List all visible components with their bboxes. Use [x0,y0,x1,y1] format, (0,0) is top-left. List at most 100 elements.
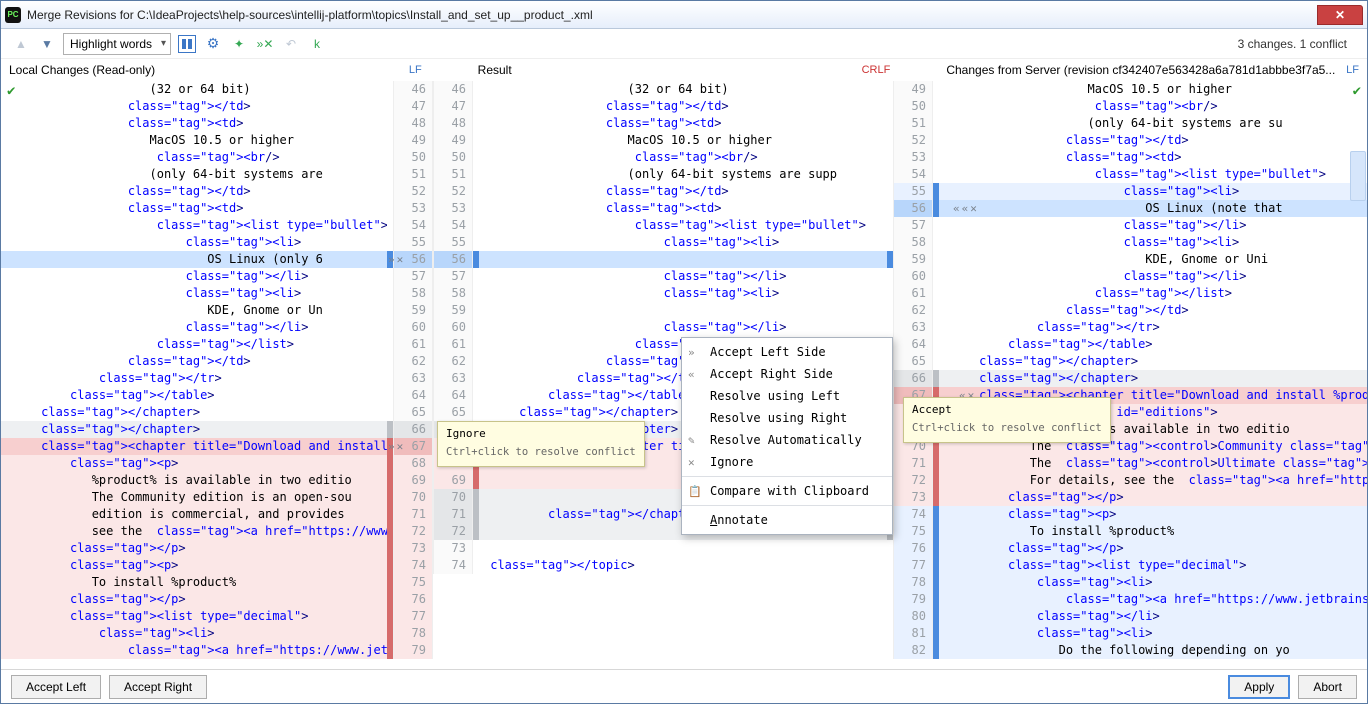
menu-item[interactable]: Annotate [682,509,892,531]
prev-change-icon[interactable]: ▲ [11,34,31,54]
code-line[interactable]: 55 class="tag"><li> [893,183,1367,200]
code-line[interactable]: 71 The class="tag"><control>Ultimate cla… [893,455,1367,472]
code-line[interactable]: 79 class="tag"><a href="https://www.jetb… [893,591,1367,608]
code-line[interactable]: 78 class="tag"><li> [893,574,1367,591]
code-line[interactable]: MacOS 10.5 or higher49 [1,132,433,149]
code-line[interactable]: class="tag"><br/>50 [1,149,433,166]
code-line[interactable]: class="tag"><li>58 [1,285,433,302]
code-line[interactable]: class="tag"><p>74 [1,557,433,574]
code-line[interactable]: 61 class="tag"></list> [893,285,1367,302]
code-line[interactable]: class="tag"></li>57 [1,268,433,285]
code-line[interactable]: class="tag"></td>52 [1,183,433,200]
apply-non-conflicts-icon[interactable]: »✕ [255,34,275,54]
code-line[interactable]: 81 class="tag"><li> [893,625,1367,642]
side-by-side-icon[interactable] [178,35,196,53]
accept-right-button[interactable]: Accept Right [109,675,207,699]
code-line[interactable]: 56 [433,251,893,268]
code-line[interactable]: see the class="tag"><a href="https://www… [1,523,433,540]
magic-resolve-icon[interactable]: ✦ [229,34,249,54]
left-editor[interactable]: (32 or 64 bit)46 class="tag"></td>47 cla… [1,81,433,669]
menu-item[interactable]: «Accept Right Side [682,363,892,385]
right-editor[interactable]: 49 MacOS 10.5 or higher50 class="tag"><b… [893,81,1367,669]
code-line[interactable]: class="tag"></list>61 [1,336,433,353]
code-line[interactable]: 60 class="tag"></li> [893,268,1367,285]
code-line[interactable]: 52 class="tag"></td> [433,183,893,200]
code-line[interactable]: 57 class="tag"></li> [433,268,893,285]
menu-item[interactable]: Resolve using Left [682,385,892,407]
code-line[interactable]: 63 class="tag"></tr> [893,319,1367,336]
settings-icon[interactable]: ⚙ [203,34,223,54]
code-line[interactable]: 72 For details, see the class="tag"><a h… [893,472,1367,489]
code-line[interactable]: 59 KDE, Gnome or Uni [893,251,1367,268]
code-line[interactable]: class="tag"></chapter>65 [1,404,433,421]
code-line[interactable]: %product% is available in two editio69 [1,472,433,489]
code-line[interactable]: class="tag"></chapter>66 [1,421,433,438]
code-line[interactable]: (32 or 64 bit)46 [1,81,433,98]
code-line[interactable]: 57 class="tag"></li> [893,217,1367,234]
left-line67-actions[interactable]: »✕ [388,438,403,455]
highlight-mode-dropdown[interactable]: Highlight words [63,33,171,55]
code-line[interactable]: 52 class="tag"></td> [893,132,1367,149]
accept-left-button[interactable]: Accept Left [11,675,101,699]
menu-item[interactable]: ✕Ignore [682,451,892,473]
menu-item[interactable]: »Accept Left Side [682,341,892,363]
code-line[interactable]: 46 (32 or 64 bit) [433,81,893,98]
menu-item[interactable]: Resolve using Right [682,407,892,429]
code-line[interactable]: 80 class="tag"></li> [893,608,1367,625]
code-line[interactable]: 47 class="tag"></td> [433,98,893,115]
code-line[interactable]: 62 class="tag"></td> [893,302,1367,319]
code-line[interactable]: 50 class="tag"><br/> [433,149,893,166]
code-line[interactable]: 66 class="tag"></chapter> [893,370,1367,387]
undo-icon[interactable]: ↶ [281,34,301,54]
code-line[interactable]: 51 (only 64-bit systems are su [893,115,1367,132]
code-line[interactable]: 75 To install %product% [893,523,1367,540]
code-line[interactable]: 49 MacOS 10.5 or higher [893,81,1367,98]
code-line[interactable]: KDE, Gnome or Un59 [1,302,433,319]
code-line[interactable]: OS Linux (only 656 [1,251,433,268]
code-line[interactable]: class="tag"></li>60 [1,319,433,336]
code-line[interactable]: edition is commercial, and provides 71 [1,506,433,523]
menu-item[interactable]: ✎Resolve Automatically [682,429,892,451]
code-line[interactable]: 53 class="tag"><td> [893,149,1367,166]
code-line[interactable]: 51 (only 64-bit systems are supp [433,166,893,183]
code-line[interactable]: 59 [433,302,893,319]
code-line[interactable]: 82 Do the following depending on yo [893,642,1367,659]
code-line[interactable]: 49 MacOS 10.5 or higher [433,132,893,149]
code-line[interactable]: class="tag"><li>78 [1,625,433,642]
close-button[interactable]: ✕ [1317,5,1363,25]
code-line[interactable]: class="tag"></p>76 [1,591,433,608]
code-line[interactable]: 54 class="tag"><list type="bullet"> [893,166,1367,183]
code-line[interactable]: class="tag"><li>55 [1,234,433,251]
code-line[interactable]: class="tag"><a href="https://www.jetbrai… [1,642,433,659]
abort-button[interactable]: Abort [1298,675,1357,699]
code-line[interactable]: 50 class="tag"><br/> [893,98,1367,115]
code-line[interactable]: 77 class="tag"><list type="decimal"> [893,557,1367,574]
code-line[interactable]: class="tag"></td>47 [1,98,433,115]
next-change-icon[interactable]: ▼ [37,34,57,54]
code-line[interactable]: 55 class="tag"><li> [433,234,893,251]
code-line[interactable]: 58 class="tag"><li> [893,234,1367,251]
code-line[interactable]: class="tag"></p>73 [1,540,433,557]
code-line[interactable]: 76 class="tag"></p> [893,540,1367,557]
code-line[interactable]: class="tag"><td>48 [1,115,433,132]
code-line[interactable]: (only 64-bit systems are51 [1,166,433,183]
right-line56-actions[interactable]: ««✕ [953,200,977,217]
code-line[interactable]: 73 [433,540,893,557]
code-line[interactable]: 58 class="tag"><li> [433,285,893,302]
code-line[interactable]: class="tag"><p>68 [1,455,433,472]
jump-icon[interactable]: k [307,34,327,54]
scrollbar-thumb[interactable] [1350,151,1366,201]
code-line[interactable]: class="tag"></table>64 [1,387,433,404]
code-line[interactable]: class="tag"><chapter title="Download and… [1,438,433,455]
code-line[interactable]: To install %product%75 [1,574,433,591]
code-line[interactable]: 73 class="tag"></p> [893,489,1367,506]
code-line[interactable]: class="tag"><td>53 [1,200,433,217]
code-line[interactable]: 48 class="tag"><td> [433,115,893,132]
code-line[interactable]: class="tag"><list type="decimal">77 [1,608,433,625]
code-line[interactable]: 64 class="tag"></table> [893,336,1367,353]
code-line[interactable]: The Community edition is an open-sou70 [1,489,433,506]
code-line[interactable]: class="tag"></tr>63 [1,370,433,387]
code-line[interactable]: 65 class="tag"></chapter> [893,353,1367,370]
code-line[interactable]: class="tag"></td>62 [1,353,433,370]
left-line56-actions[interactable]: »✕ [388,251,403,268]
